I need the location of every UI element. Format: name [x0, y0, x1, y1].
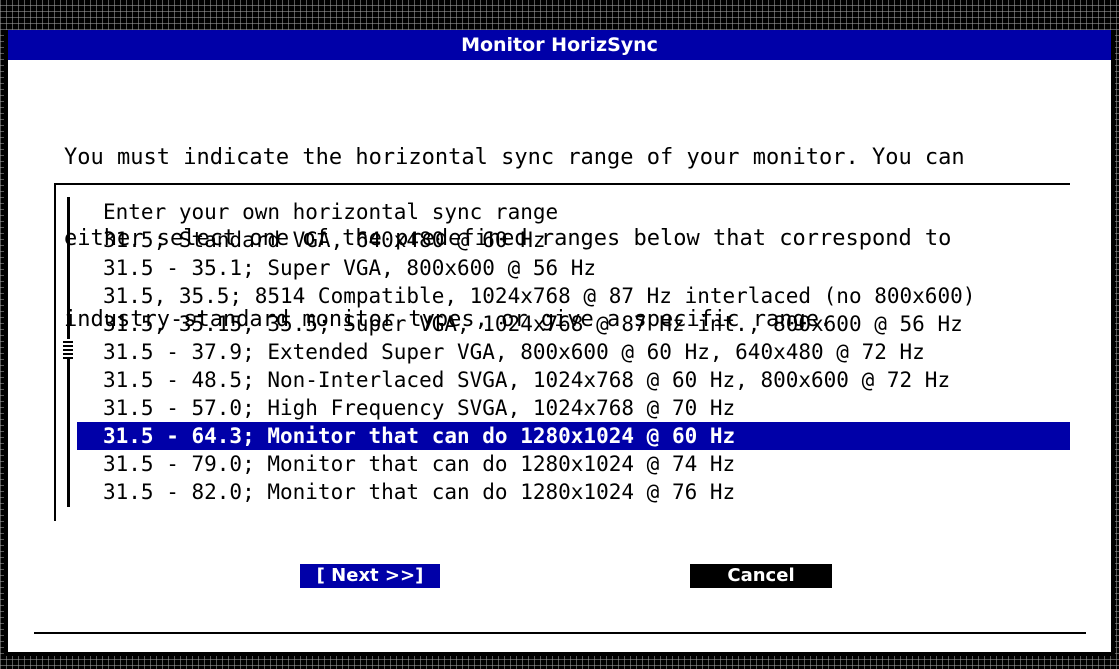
sync-range-option-selected[interactable]: 31.5 - 64.3; Monitor that can do 1280x10…: [77, 422, 1070, 450]
sync-range-option-custom[interactable]: Enter your own horizontal sync range: [77, 198, 1070, 226]
sync-range-option[interactable]: 31.5, 35.5; 8514 Compatible, 1024x768 @ …: [77, 282, 1070, 310]
list-scrollbar-thumb[interactable]: [63, 339, 73, 359]
next-button[interactable]: [ Next >>]: [300, 564, 440, 588]
sync-range-option[interactable]: 31.5 - 35.1; Super VGA, 800x600 @ 56 Hz: [77, 254, 1070, 282]
sync-range-option[interactable]: 31.5 - 48.5; Non-Interlaced SVGA, 1024x7…: [77, 366, 1070, 394]
sync-range-option[interactable]: 31.5 - 57.0; High Frequency SVGA, 1024x7…: [77, 394, 1070, 422]
description-line: You must indicate the horizontal sync ra…: [64, 145, 965, 170]
dialog-title: Monitor HorizSync: [8, 30, 1111, 60]
dialog-shadow-bottom: [4, 652, 1115, 656]
sync-range-option[interactable]: 31.5 - 79.0; Monitor that can do 1280x10…: [77, 450, 1070, 478]
sync-range-list: Enter your own horizontal sync range 31.…: [77, 198, 1070, 506]
sync-range-option[interactable]: 31.5 - 37.9; Extended Super VGA, 800x600…: [77, 338, 1070, 366]
dialog-shadow-right: [1111, 30, 1115, 652]
sync-range-option[interactable]: 31.5, 35.15, 35.5; Super VGA, 1024x768 @…: [77, 310, 1070, 338]
dialog-divider: [34, 632, 1086, 634]
sync-range-option[interactable]: 31.5 - 82.0; Monitor that can do 1280x10…: [77, 478, 1070, 506]
sync-range-option[interactable]: 31.5; Standard VGA, 640x480 @ 60 Hz: [77, 226, 1070, 254]
cancel-button[interactable]: Cancel: [690, 564, 832, 588]
